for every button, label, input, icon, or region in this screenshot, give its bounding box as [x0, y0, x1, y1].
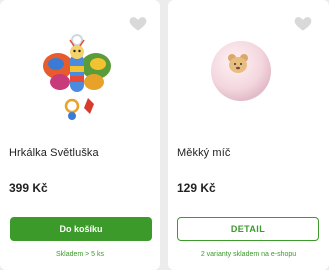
- product-image[interactable]: [42, 34, 112, 124]
- product-grid: Hrkálka Světluška 399 Kč Do košíku Sklad…: [0, 0, 329, 270]
- heart-icon[interactable]: [293, 13, 313, 33]
- heart-icon[interactable]: [128, 13, 148, 33]
- product-card[interactable]: Měkký míč 129 Kč DETAIL 2 varianty sklad…: [168, 0, 329, 270]
- product-price: 399 Kč: [9, 181, 48, 195]
- product-name[interactable]: Měkký míč: [177, 147, 230, 159]
- detail-button[interactable]: DETAIL: [177, 217, 319, 241]
- add-to-cart-button[interactable]: Do košíku: [10, 217, 152, 241]
- product-card[interactable]: Hrkálka Světluška 399 Kč Do košíku Sklad…: [0, 0, 160, 270]
- product-image[interactable]: [208, 38, 274, 104]
- stock-status: 2 varianty skladem na e-shopu: [200, 251, 297, 258]
- stock-status: Skladem > 5 ks: [55, 251, 105, 258]
- product-name[interactable]: Hrkálka Světluška: [9, 147, 99, 159]
- product-price: 129 Kč: [177, 181, 216, 195]
